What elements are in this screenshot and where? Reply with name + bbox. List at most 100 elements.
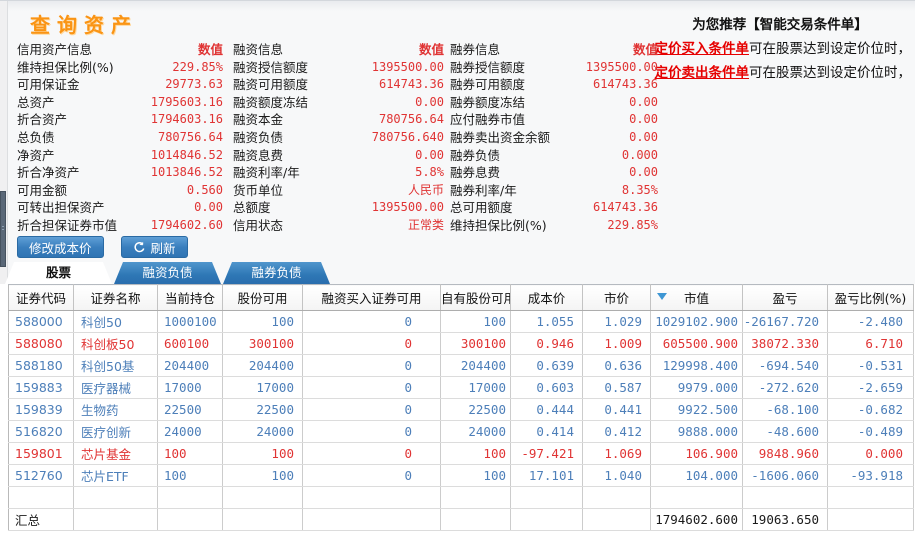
query-assets-panel: 查询资产 为您推荐【智能交易条件单】 定价买入条件单可在股票达到设定价位时， 定价… [0,0,915,553]
asset-value: 8.35% [621,182,658,197]
asset-value: 0.000 [621,147,658,162]
asset-info-row: 融资额度冻结 0.00 [233,94,444,112]
asset-label: 净资产 [17,147,55,163]
cell: 生物药 [73,398,158,421]
cell: 0.587 [582,376,651,399]
asset-label: 融资授信额度 [233,59,309,75]
cell: 科创50 [73,310,158,333]
asset-group-title: 融券信息 [450,42,501,57]
asset-label: 融资息费 [233,147,284,163]
asset-value: 614743.36 [592,77,658,92]
cell: -93.918 [827,464,914,487]
asset-info-row: 融券负债 0.000 [450,147,658,165]
holdings-row[interactable]: 588080 科创板50 600100 300100 0 300100 0.946 1.009… [8,332,914,355]
cell: 512760 [8,464,74,487]
column-header[interactable]: 市价 [582,284,651,311]
cell: 100 [157,442,223,465]
cell: 0 [302,464,441,487]
tab-margin-liabilities[interactable]: 融资负债 [114,262,221,284]
holdings-row[interactable]: 159883 医疗器械 17000 17000 0 17000 0.603 0.587 9979… [8,376,914,399]
asset-label: 融券卖出资金余额 [450,129,551,145]
empty-cell [157,486,223,509]
asset-group-margin-financing-info: 融资信息 数值 融资授信额度 1395500.00 融资可用额度 614743.36 融资额… [233,41,444,235]
asset-label: 融券授信额度 [450,59,526,75]
cell: -272.620 [742,376,828,399]
cell: 100 [222,464,303,487]
column-header[interactable]: 证券代码 [8,284,74,311]
asset-group-header-row: 融券信息 数值 [450,41,658,59]
asset-label: 可转出担保资产 [17,200,105,216]
asset-value: 1794602.60 [150,217,223,232]
asset-value: 1014846.52 [150,147,223,162]
cell: 0 [302,376,441,399]
asset-info-row: 融券可用额度 614743.36 [450,76,658,94]
holdings-row[interactable]: 516820 医疗创新 24000 24000 0 24000 0.414 0.412 9888… [8,420,914,443]
asset-label: 融券可用额度 [450,77,526,93]
asset-group-securities-lending-info: 融券信息 数值 融券授信额度 1395500.00 融券可用额度 614743.36 融券额… [450,41,658,235]
asset-value: 780756.64 [157,129,223,144]
holdings-row[interactable]: 512760 芯片ETF 100 100 0 100 17.101 1.040 104.000-… [8,464,914,487]
column-header[interactable]: 融资买入证券可用 [302,284,441,311]
asset-label: 可用保证金 [17,77,80,93]
sort-desc-icon[interactable] [657,293,667,300]
tab-short-liabilities[interactable]: 融券负债 [223,262,330,284]
asset-info-row: 可用保证金 29773.63 [17,76,223,94]
column-header[interactable]: 盈亏 [742,284,828,311]
column-header[interactable]: 盈亏比例(%) [827,284,914,311]
column-header[interactable]: 市值 [650,284,743,311]
empty-row [8,486,914,509]
asset-info-row: 融券额度冻结 0.00 [450,94,658,112]
asset-label: 融券负债 [450,147,501,163]
cell: 159839 [8,398,74,421]
asset-value: 29773.63 [165,77,223,92]
cell: 204400 [440,354,511,377]
cell: 22500 [222,398,303,421]
empty-cell [510,486,583,509]
asset-info-row: 净资产 1014846.52 [17,147,223,165]
asset-info-row: 维持担保比例(%) 229.85% [17,59,223,77]
summary-cell [157,508,223,531]
tab-stocks[interactable]: 股票 [5,262,112,284]
cell: 0 [302,442,441,465]
asset-value: 0.00 [194,200,223,215]
asset-value: 0.00 [415,94,444,109]
table-header-row: 证券代码 证券名称 当前持仓 股份可用 融资买入证券可用 自有股份可用 成本价 市价 市值 盈亏盈… [8,284,914,311]
asset-group-credit-asset-info: 信用资产信息 数值 维持担保比例(%) 229.85% 可用保证金 29773.63 总资产… [17,41,223,235]
holdings-row[interactable]: 588000 科创50 1000100 100 0 100 1.055 1.029 102910… [8,310,914,333]
summary-cell [582,508,651,531]
cell: 1029102.900 [650,310,743,333]
summary-cell [73,508,158,531]
column-header[interactable]: 自有股份可用 [440,284,511,311]
asset-info-row: 融资利率/年 5.8% [233,164,444,182]
asset-label: 总可用额度 [450,200,513,216]
holdings-row[interactable]: 588180 科创50基 204400 204400 0 204400 0.639 0.636… [8,354,914,377]
column-header[interactable]: 当前持仓 [157,284,223,311]
refresh-button[interactable]: 刷新 [120,236,188,258]
column-header[interactable]: 股份可用 [222,284,303,311]
cell: -694.540 [742,354,828,377]
holdings-row[interactable]: 159801 芯片基金 100 100 0 100 -97.421 1.069 106.900 9… [8,442,914,465]
asset-info-row: 总额度 1395500.00 [233,199,444,217]
refresh-icon [133,241,146,254]
tab-bar: 股票 融资负债 融券负债 [5,262,332,284]
cell: 1000100 [157,310,223,333]
cell: 600100 [157,332,223,355]
modify-cost-button[interactable]: 修改成本价 [17,236,104,258]
asset-label: 融券额度冻结 [450,94,526,110]
asset-label: 应付融券市值 [450,112,526,128]
asset-value: 229.85% [172,59,223,74]
asset-info-row: 总可用额度 614743.36 [450,199,658,217]
asset-value: 229.85% [607,217,658,232]
holdings-row[interactable]: 159839 生物药 22500 22500 0 22500 0.444 0.441 9922.… [8,398,914,421]
asset-label: 总资产 [17,94,55,110]
asset-value: 0.560 [186,182,223,197]
empty-cell [302,486,441,509]
asset-value: 1395500.00 [371,59,444,74]
cell: 9888.000 [650,420,743,443]
asset-label: 可用金额 [17,182,68,198]
asset-info-row: 维持担保比例(%) 229.85% [450,217,658,235]
cell: 9979.000 [650,376,743,399]
page-title: 查询资产 [30,13,138,37]
column-header[interactable]: 证券名称 [73,284,158,311]
column-header[interactable]: 成本价 [510,284,583,311]
